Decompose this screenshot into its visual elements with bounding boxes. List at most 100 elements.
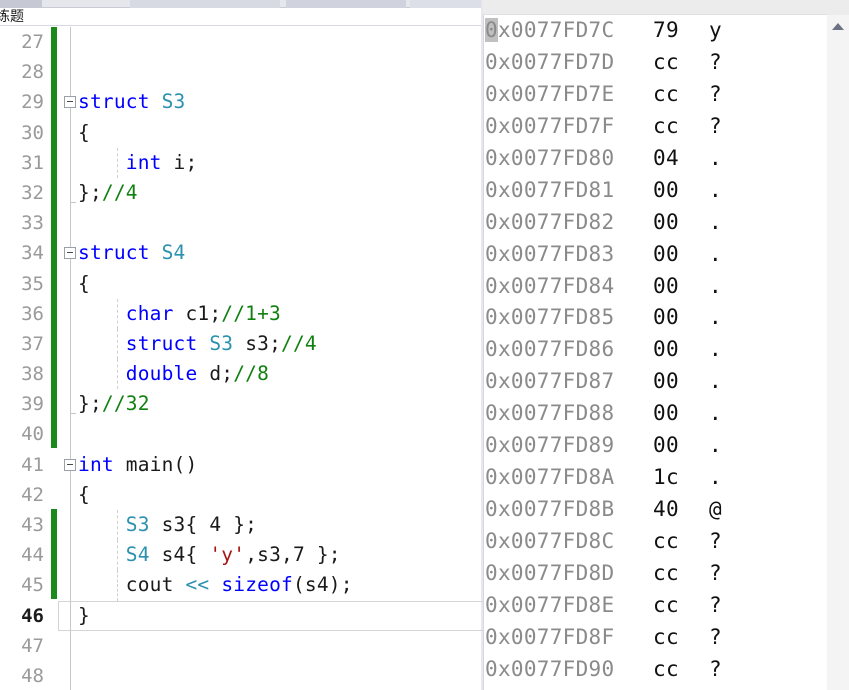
code-line[interactable]: 36 char c1;//1+3 bbox=[0, 298, 483, 329]
line-number: 42 bbox=[21, 483, 44, 506]
fold-guide-line bbox=[70, 630, 71, 661]
code-line[interactable]: 45 cout << sizeof(s4); bbox=[0, 570, 483, 601]
code-line[interactable]: 43 S3 s3{ 4 }; bbox=[0, 510, 483, 541]
code-text: } bbox=[78, 601, 90, 631]
memory-row[interactable]: 0x0077FD7E cc? bbox=[483, 79, 813, 111]
memory-row[interactable]: 0x0077FD8F cc? bbox=[483, 622, 813, 654]
memory-address: 0x0077FD81 bbox=[485, 177, 615, 202]
memory-address: 0x0077FD7F bbox=[485, 113, 615, 138]
memory-row[interactable]: 0x0077FD82 00. bbox=[483, 207, 813, 239]
line-number: 44 bbox=[21, 544, 44, 567]
memory-row[interactable]: 0x0077FD7D cc? bbox=[483, 47, 813, 79]
memory-row[interactable]: 0x0077FD8E cc? bbox=[483, 590, 813, 622]
ide-window: 练题 272829struct S330{31 int i;32};//4333… bbox=[0, 0, 849, 690]
code-line[interactable]: 29 struct S3 bbox=[0, 87, 483, 118]
code-line[interactable]: 39};//32 bbox=[0, 389, 483, 420]
memory-hex-value: cc bbox=[653, 624, 679, 649]
code-line[interactable]: 42 { bbox=[0, 479, 483, 510]
memory-address: 0x0077FD8C bbox=[485, 529, 615, 553]
code-token: i; bbox=[161, 150, 198, 174]
memory-hex-value: 00 bbox=[653, 337, 679, 362]
code-line[interactable]: 30 { bbox=[0, 117, 483, 148]
code-line[interactable]: 40 bbox=[0, 419, 483, 450]
code-line[interactable]: 38 double d;//8 bbox=[0, 359, 483, 390]
memory-row[interactable]: 0x0077FD86 00. bbox=[483, 334, 813, 366]
memory-row[interactable]: 0x0077FD89 00. bbox=[483, 430, 813, 462]
code-line[interactable]: 35 { bbox=[0, 268, 483, 299]
editor-tab-1[interactable] bbox=[0, 0, 42, 8]
memory-row[interactable]: 0x0077FD8A 1c. bbox=[483, 462, 813, 494]
code-line[interactable]: 41 int main() bbox=[0, 449, 483, 480]
code-line[interactable]: 34 struct S4 bbox=[0, 238, 483, 269]
editor-tab-3[interactable] bbox=[286, 0, 406, 8]
memory-hex-value: 00 bbox=[653, 241, 679, 266]
fold-guide-line bbox=[70, 328, 71, 360]
code-token: cout bbox=[78, 573, 186, 597]
fold-collapse-icon[interactable] bbox=[64, 247, 76, 260]
memory-address: 0x0077FD85 bbox=[485, 305, 615, 330]
breadcrumb[interactable]: 练题 bbox=[0, 8, 483, 26]
memory-ascii-value: . bbox=[709, 401, 722, 426]
code-token: S3 bbox=[125, 513, 150, 536]
memory-row[interactable]: 0x0077FD7C 79 y bbox=[483, 15, 813, 47]
memory-hex-value: 00 bbox=[653, 369, 679, 394]
memory-scrollbar[interactable] bbox=[827, 15, 849, 690]
fold-guide-line bbox=[70, 57, 71, 88]
memory-address: 0x0077FD7C bbox=[485, 18, 615, 42]
code-line[interactable]: 48 bbox=[0, 660, 483, 690]
memory-row[interactable]: 0x0077FD7F cc? bbox=[483, 111, 813, 143]
code-text: int main() bbox=[78, 450, 197, 480]
code-token: double bbox=[125, 362, 198, 386]
memory-row[interactable]: 0x0077FD84 00. bbox=[483, 271, 813, 303]
memory-row[interactable]: 0x0077FD8B 40 @ bbox=[483, 494, 813, 526]
scroll-up-arrow-icon[interactable] bbox=[827, 15, 849, 37]
line-number: 45 bbox=[21, 574, 44, 597]
memory-rows-container[interactable]: 0x0077FD7C 79 y 0x0077FD7D cc? 0x0077FD7E cc? 0… bbox=[483, 15, 813, 686]
line-number: 32 bbox=[21, 181, 44, 204]
code-token: s4{ bbox=[149, 543, 210, 567]
code-line[interactable]: 37 struct S3 s3;//4 bbox=[0, 328, 483, 360]
memory-ascii-value: . bbox=[709, 465, 722, 490]
editor-tab-strip[interactable] bbox=[0, 0, 483, 8]
code-token: c1; bbox=[173, 301, 222, 325]
memory-row[interactable]: 0x0077FD90 cc? bbox=[483, 654, 813, 686]
code-line[interactable]: 33 bbox=[0, 208, 483, 239]
code-token: S4 bbox=[125, 543, 150, 567]
memory-hex-value: cc bbox=[653, 49, 679, 74]
code-text: struct S4 bbox=[78, 238, 185, 268]
code-line[interactable]: 28 bbox=[0, 57, 483, 88]
line-number: 27 bbox=[21, 31, 44, 53]
memory-row[interactable]: 0x0077FD85 00. bbox=[483, 302, 813, 334]
editor-tab-4[interactable] bbox=[410, 0, 483, 8]
code-token: { bbox=[78, 120, 90, 144]
code-token: char bbox=[125, 301, 174, 325]
memory-row[interactable]: 0x0077FD81 00. bbox=[483, 175, 813, 207]
memory-row[interactable]: 0x0077FD80 04. bbox=[483, 143, 813, 175]
code-line[interactable]: 44 S4 s4{ 'y',s3,7 }; bbox=[0, 540, 483, 571]
code-token: S4 bbox=[161, 241, 186, 265]
code-token: //4 bbox=[101, 180, 138, 204]
breadcrumb-label: 练题 bbox=[0, 8, 24, 25]
code-surface[interactable]: 27 28 29 struct S3 30{31 int i; 32 };//4 33 34st… bbox=[0, 27, 483, 690]
memory-caret: 0 bbox=[485, 18, 498, 42]
code-text: };//4 bbox=[78, 178, 138, 208]
memory-row[interactable]: 0x0077FD88 00. bbox=[483, 398, 813, 430]
fold-collapse-icon[interactable] bbox=[64, 458, 76, 471]
code-text: int i; bbox=[78, 148, 197, 178]
code-line[interactable]: 31 int i; bbox=[0, 147, 483, 178]
code-token: 'y' bbox=[209, 543, 246, 567]
code-line[interactable]: 32 };//4 bbox=[0, 177, 483, 209]
memory-row[interactable]: 0x0077FD83 00. bbox=[483, 239, 813, 271]
code-line[interactable]: 46} bbox=[0, 600, 483, 631]
code-line[interactable]: 27 bbox=[0, 27, 483, 58]
memory-row[interactable]: 0x0077FD8C cc? bbox=[483, 526, 813, 558]
fold-collapse-icon[interactable] bbox=[64, 96, 76, 109]
editor-tab-2[interactable] bbox=[130, 0, 280, 8]
code-text: char c1;//1+3 bbox=[78, 299, 281, 329]
code-line[interactable]: 47 bbox=[0, 630, 483, 661]
memory-row[interactable]: 0x0077FD87 00. bbox=[483, 366, 813, 398]
code-token: d; bbox=[197, 362, 234, 386]
memory-row[interactable]: 0x0077FD8D cc? bbox=[483, 558, 813, 590]
